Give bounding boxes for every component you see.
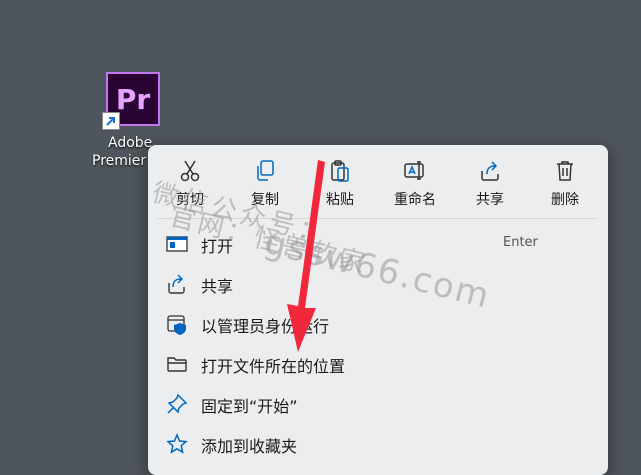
red-annotation-arrow [287, 160, 325, 352]
